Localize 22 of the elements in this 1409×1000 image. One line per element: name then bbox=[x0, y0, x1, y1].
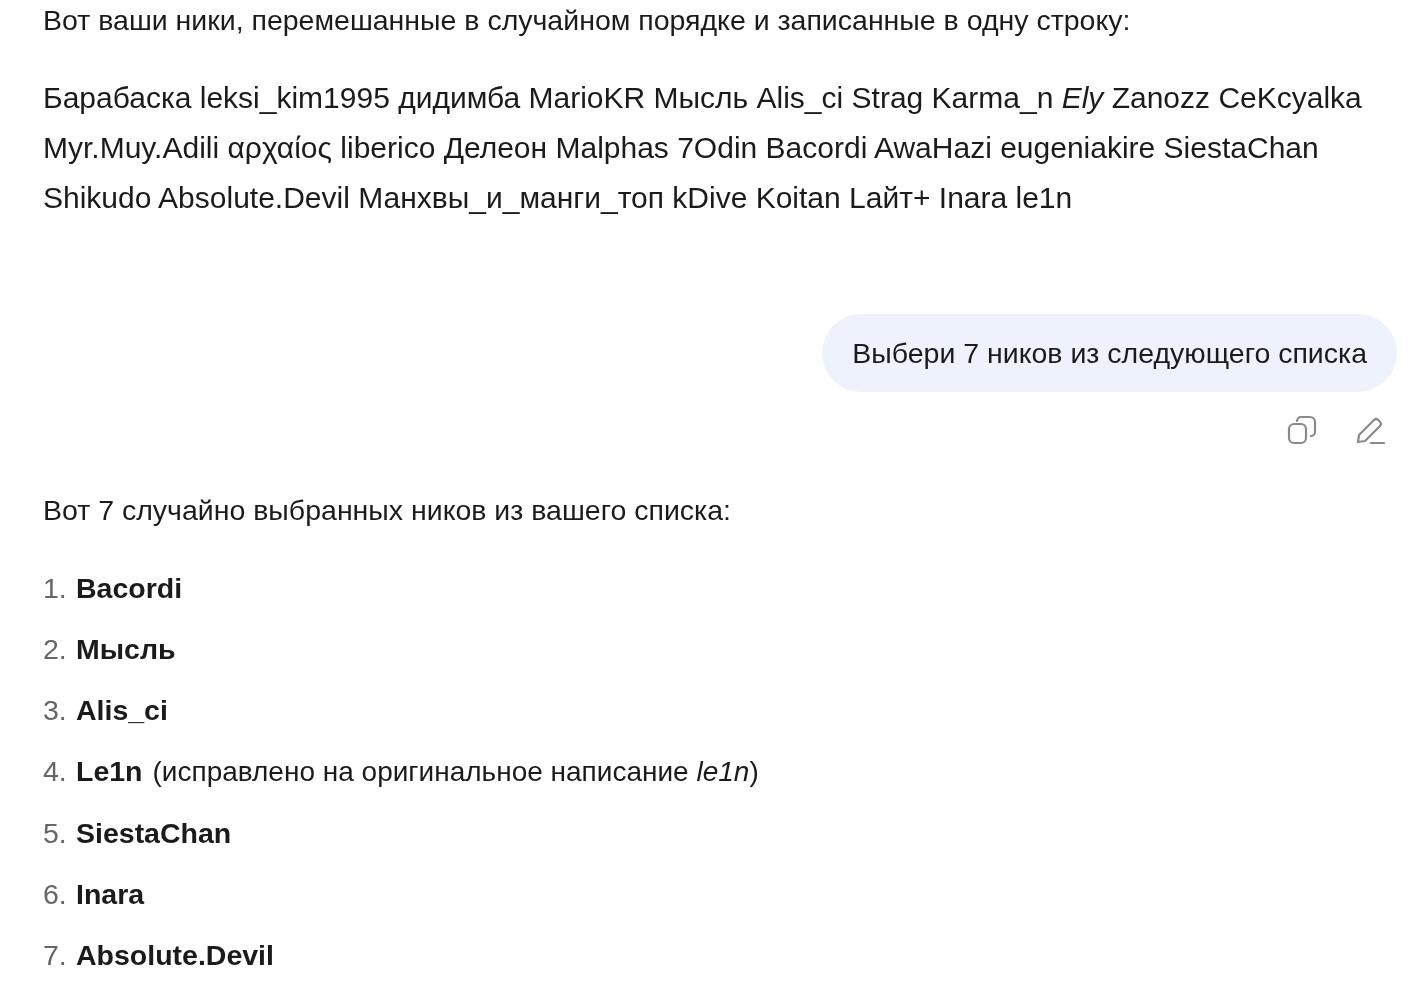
list-number: 3. bbox=[43, 693, 68, 727]
nickname-text: SiestaChan bbox=[76, 816, 232, 850]
nickname-text: Le1n bbox=[76, 754, 143, 788]
nickname-text: Inara bbox=[76, 877, 145, 911]
list-number: 2. bbox=[43, 632, 68, 666]
list-number: 7. bbox=[43, 938, 68, 972]
note-text: (исправлено на оригинальное написание le1n) bbox=[152, 755, 759, 789]
copy-button[interactable] bbox=[1285, 413, 1319, 447]
copy-icon bbox=[1287, 415, 1317, 445]
list-number: 1. bbox=[43, 571, 68, 605]
nickname-text: Bacordi bbox=[76, 571, 183, 605]
list-number: 4. bbox=[43, 754, 68, 788]
list-number: 6. bbox=[43, 877, 68, 911]
user-message-text: Выбери 7 ников из следующего списка bbox=[852, 336, 1367, 371]
nickname-text: Alis_ci bbox=[76, 693, 168, 727]
list-number: 5. bbox=[43, 816, 68, 850]
pencil-icon bbox=[1355, 415, 1385, 445]
nickname-text: Absolute.Devil bbox=[76, 938, 274, 972]
nickname-list-text: Барабаска leksi_kim1995 дидимба MarioKR Мысль Alis_ci Strag Karma_n Ely Zanozz CeKсyalka Myr.Muy.Adili αρχαίος liberico Делеон Malphas 7Odin Bacordi AwaHazi eugeniakire SiestaChan Shikudo Absolute.Devil Манхвы_и_манги_топ kDive Koitan Lайт+ Inara le1n bbox=[43, 80, 1363, 216]
nickname-text: Мысль bbox=[76, 632, 176, 666]
message-text: Вот ваши ники, перемешанные в случайном порядке и записанные в одну строку: bbox=[43, 3, 1132, 38]
message-text: Вот 7 случайно выбранных ников из вашего списка: bbox=[43, 493, 732, 528]
